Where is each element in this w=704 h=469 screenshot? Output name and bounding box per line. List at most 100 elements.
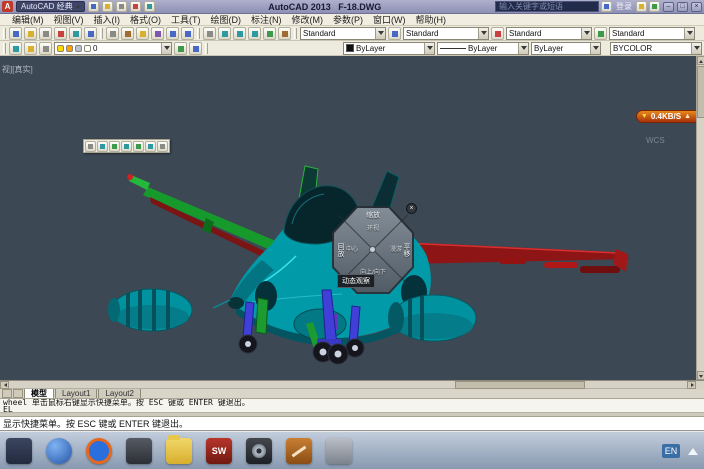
tab-layout1[interactable]: Layout1 [55, 388, 98, 398]
table-style-select[interactable]: Standard [506, 26, 592, 40]
layer-previous-icon[interactable] [189, 41, 202, 55]
solidworks-icon[interactable]: SW [206, 437, 232, 464]
toolbar-grip[interactable] [3, 42, 6, 54]
cut-icon[interactable] [106, 26, 119, 40]
minimize-button[interactable]: – [663, 1, 674, 12]
undo-icon[interactable] [143, 1, 155, 12]
scroll-right-arrow[interactable] [687, 381, 696, 389]
menu-view[interactable]: 视图(V) [54, 13, 84, 26]
text-style-select[interactable]: Standard [300, 26, 386, 40]
save-icon[interactable] [39, 26, 52, 40]
color-select[interactable]: ByLayer [343, 41, 435, 55]
folder-icon[interactable] [166, 434, 192, 464]
drawing-area[interactable]: 视][真实] ▼ 0.4KB/S ▲ WCS 缩放 环视 回放 平移 中心 漫游… [0, 56, 704, 380]
language-indicator[interactable]: EN [662, 443, 680, 458]
search-input[interactable] [495, 1, 599, 12]
wheel-look-sector[interactable]: 环视 [367, 223, 379, 232]
new-file-icon[interactable] [87, 1, 99, 12]
plot-preview-icon[interactable] [69, 26, 82, 40]
steering-wheel[interactable]: 缩放 环视 回放 平移 中心 漫游 向上/向下 动态观察 × [332, 203, 417, 294]
dropdown-arrow-icon[interactable] [691, 42, 701, 54]
command-input-line[interactable]: 显示快捷菜单。按 ESC 键或 ENTER 键退出。 [0, 417, 704, 431]
viewcube-icon[interactable] [85, 140, 96, 152]
layer-select[interactable]: 0 [54, 41, 172, 55]
firefox-icon[interactable] [86, 437, 112, 464]
cd-drive-icon[interactable] [246, 437, 272, 464]
messenger-icon[interactable] [46, 437, 72, 464]
close-button[interactable]: × [691, 1, 702, 12]
dropdown-arrow-icon[interactable] [684, 27, 694, 39]
dropdown-arrow-icon[interactable] [581, 27, 591, 39]
sign-in-link[interactable]: 登录 [614, 1, 634, 12]
horizontal-scroll-thumb[interactable] [455, 381, 585, 389]
publish-icon[interactable] [84, 26, 97, 40]
tab-nav-first-icon[interactable] [2, 389, 12, 398]
paste-icon[interactable] [136, 26, 149, 40]
zoom-realtime-icon[interactable] [218, 26, 231, 40]
zoom-tool-icon[interactable] [121, 140, 132, 152]
menu-dimension[interactable]: 标注(N) [251, 13, 282, 26]
wheel-rewind-sector[interactable]: 回放 [335, 243, 345, 257]
vertical-scroll-thumb[interactable] [697, 66, 704, 118]
zoom-window-icon[interactable] [233, 26, 246, 40]
menu-tools[interactable]: 工具(T) [171, 13, 201, 26]
help-icon[interactable] [649, 1, 660, 12]
start-icon[interactable] [6, 437, 32, 464]
toolbar-grip[interactable] [3, 27, 6, 39]
save-icon[interactable] [115, 1, 127, 12]
scroll-up-arrow[interactable] [697, 56, 704, 65]
layer-isolate-icon[interactable] [39, 41, 52, 55]
scroll-down-arrow[interactable] [697, 371, 704, 380]
scroll-left-arrow[interactable] [0, 381, 9, 389]
toolbar-grip[interactable] [197, 27, 200, 39]
tab-nav-last-icon[interactable] [13, 389, 23, 398]
dim-style-select[interactable]: Standard [403, 26, 489, 40]
mleader-style-select[interactable]: Standard [609, 26, 695, 40]
pan-hand-icon[interactable] [109, 140, 120, 152]
menu-parametric[interactable]: 参数(P) [333, 13, 363, 26]
tab-model[interactable]: 模型 [24, 388, 54, 398]
menu-edit[interactable]: 编辑(M) [12, 13, 44, 26]
nav-options-icon[interactable] [157, 140, 168, 152]
menu-draw[interactable]: 绘图(D) [211, 13, 242, 26]
toolbar-grip[interactable] [294, 27, 297, 39]
workspace-switcher[interactable]: AutoCAD 经典 [16, 1, 85, 12]
plot-icon[interactable] [54, 26, 67, 40]
settings-icon[interactable] [326, 437, 352, 464]
orbit-tool-icon[interactable] [133, 140, 144, 152]
steering-wheel-icon[interactable] [97, 140, 108, 152]
redo-icon[interactable] [181, 26, 194, 40]
plot-icon[interactable] [129, 1, 141, 12]
lineweight-select[interactable]: ByLayer [531, 41, 601, 55]
viewport-controls[interactable]: 视][真实] [2, 64, 33, 75]
dropdown-arrow-icon[interactable] [478, 27, 488, 39]
dropdown-arrow-icon[interactable] [590, 42, 600, 54]
showmotion-icon[interactable] [145, 140, 156, 152]
favorites-star-icon[interactable] [636, 1, 647, 12]
autocad-taskbar-icon[interactable] [286, 437, 312, 464]
copy-icon[interactable] [121, 26, 134, 40]
dropdown-arrow-icon[interactable] [424, 42, 434, 54]
media-player-icon[interactable] [126, 437, 152, 464]
layer-properties-icon[interactable] [9, 41, 22, 55]
plotstyle-select[interactable]: BYCOLOR [610, 41, 702, 55]
match-properties-icon[interactable] [151, 26, 164, 40]
wheel-pan-sector[interactable]: 平移 [401, 243, 411, 257]
tray-expand-icon[interactable] [688, 443, 698, 455]
menu-modify[interactable]: 修改(M) [292, 13, 324, 26]
tab-layout2[interactable]: Layout2 [98, 388, 141, 398]
undo-icon[interactable] [166, 26, 179, 40]
dimension-style-icon[interactable] [491, 26, 504, 40]
menu-help[interactable]: 帮助(H) [416, 13, 447, 26]
wheel-center-sector[interactable]: 中心 [346, 244, 358, 253]
menu-window[interactable]: 窗口(W) [373, 13, 406, 26]
make-current-icon[interactable] [174, 41, 187, 55]
toolbar-grip[interactable] [100, 27, 103, 39]
wheel-orbit-sector[interactable]: 动态观察 [337, 274, 375, 288]
dropdown-arrow-icon[interactable] [518, 42, 528, 54]
linetype-select[interactable]: ByLayer [437, 41, 529, 55]
open-icon[interactable] [24, 26, 37, 40]
wheel-zoom-sector[interactable]: 缩放 [366, 210, 380, 220]
design-center-icon[interactable] [278, 26, 291, 40]
properties-icon[interactable] [263, 26, 276, 40]
